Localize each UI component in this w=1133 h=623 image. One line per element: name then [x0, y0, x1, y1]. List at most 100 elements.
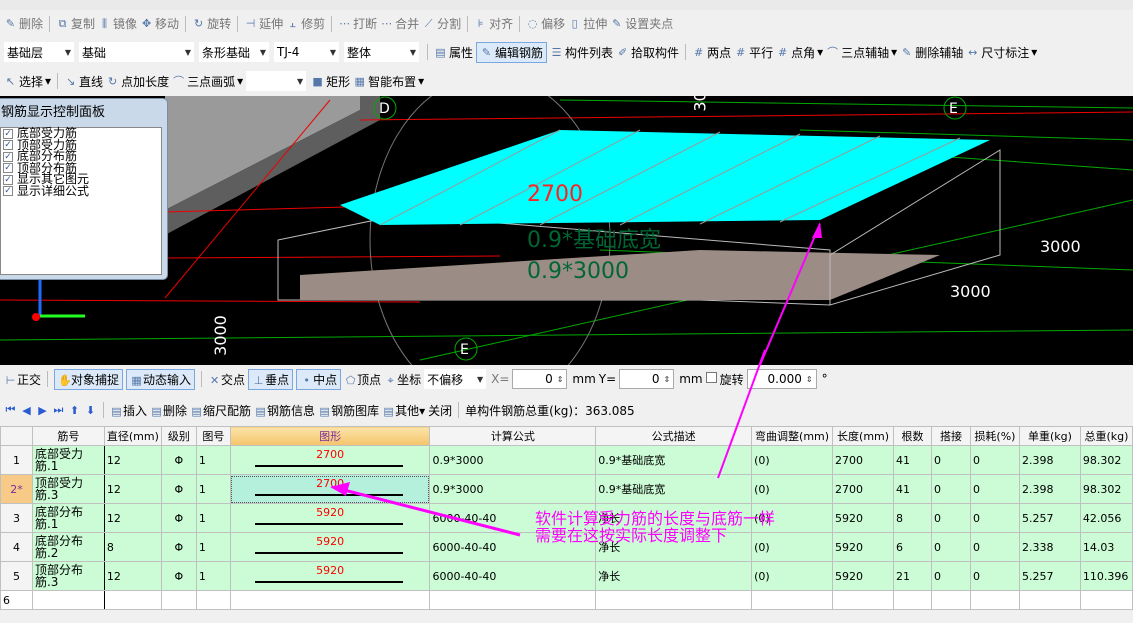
table-cell[interactable]	[195, 590, 231, 610]
column-header[interactable]	[0, 426, 33, 446]
stretch-button[interactable]: ▯ 拉伸	[568, 15, 608, 32]
snap-0-button[interactable]: ⊢ 正交	[4, 371, 41, 388]
rebar-0-button[interactable]: ▤插入	[110, 402, 147, 419]
table-row[interactable]: 5 顶部分布筋.3 12 Φ 1 5920 6000-40-40 净长 (0) 5920 21 0 0 5…	[0, 561, 1133, 591]
table-cell[interactable]: Φ	[160, 561, 197, 591]
table-cell[interactable]: Φ	[160, 445, 197, 475]
checkbox-checked[interactable]: ✓	[3, 163, 13, 174]
column-header[interactable]: 搭接	[931, 426, 971, 446]
offset-button[interactable]: ◌ 偏移	[526, 15, 565, 32]
select-button[interactable]: ↖ 选择 ▾	[4, 73, 51, 90]
column-header[interactable]: 损耗(%)	[969, 426, 1020, 446]
rebar-shape-cell[interactable]: 5920	[229, 503, 431, 533]
three-point-axis-button[interactable]: ⌒ 三点辅轴 ▾	[826, 44, 897, 61]
table-row[interactable]: 2* 顶部受力筋.3 12 Φ 1 2700 0.9*3000 0.9*基础底宽 (0) 2700…	[0, 474, 1133, 504]
column-header[interactable]: 弯曲调整(mm)	[751, 426, 834, 446]
table-cell[interactable]: (0)	[751, 445, 834, 475]
column-header[interactable]: 图形	[229, 426, 431, 446]
table-cell[interactable]: 12	[103, 445, 162, 475]
table-cell[interactable]: 0	[969, 532, 1020, 562]
table-cell[interactable]: 12	[103, 503, 162, 533]
table-cell[interactable]: 12	[103, 474, 162, 504]
3d-viewport[interactable]: D E E 2700 0.9*基础底宽 0.9*3000 3000 3000 3…	[0, 96, 1133, 365]
table-cell[interactable]	[229, 590, 431, 610]
snap-7-button[interactable]: ⌖ 坐标	[384, 371, 422, 388]
copy-button[interactable]: ⧉ 复制	[56, 15, 95, 32]
table-cell[interactable]: 0.9*3000	[429, 474, 597, 504]
next-icon[interactable]: ▶	[36, 404, 49, 417]
rebar-1-button[interactable]: ▤删除	[150, 402, 187, 419]
dimension-button[interactable]: ↔ 尺寸标注 ▾	[966, 44, 1037, 61]
table-cell[interactable]: (0)	[751, 474, 834, 504]
x-input[interactable]: 0 ⇕	[512, 369, 568, 389]
row-number[interactable]: 3	[0, 503, 33, 533]
table-cell[interactable]: 5920	[832, 561, 895, 591]
table-cell[interactable]	[103, 590, 162, 610]
checkbox-checked[interactable]: ✓	[3, 174, 13, 185]
up-icon[interactable]: ⬆	[68, 404, 81, 417]
column-header[interactable]: 根数	[893, 426, 932, 446]
rebar-6-button[interactable]: 关闭	[428, 402, 452, 419]
rebar-shape-cell[interactable]: 2700	[229, 474, 431, 504]
table-cell[interactable]: 顶部受力筋.3	[31, 474, 105, 504]
table-cell[interactable]	[931, 590, 971, 610]
table-cell[interactable]: 2.398	[1018, 445, 1081, 475]
snap-3-button[interactable]: ✕ 交点	[208, 371, 245, 388]
table-cell[interactable]: 2.338	[1018, 532, 1081, 562]
column-header[interactable]: 级别	[160, 426, 197, 446]
table-cell[interactable]: 2.398	[1018, 474, 1081, 504]
row-number[interactable]: 4	[0, 532, 33, 562]
table-cell[interactable]: 21	[893, 561, 932, 591]
table-cell[interactable]: 1	[195, 474, 231, 504]
column-header[interactable]: 公式描述	[595, 426, 753, 446]
column-header[interactable]: 长度(mm)	[832, 426, 895, 446]
table-cell[interactable]: 0	[969, 445, 1020, 475]
table-cell[interactable]: 98.302	[1079, 445, 1133, 475]
table-cell[interactable]	[160, 590, 197, 610]
move-button[interactable]: ✥ 移动	[140, 15, 179, 32]
table-cell[interactable]: 底部受力筋.1	[31, 445, 105, 475]
checkbox-checked[interactable]: ✓	[3, 186, 13, 197]
rotate-input[interactable]: 0.000 ⇕	[746, 369, 817, 389]
table-cell[interactable]: 0.9*3000	[429, 445, 597, 475]
table-cell[interactable]	[1079, 590, 1133, 610]
snap-4-button[interactable]: ⊥ 垂点	[248, 368, 294, 390]
snap-6-button[interactable]: ⬠ 顶点	[344, 371, 381, 388]
table-cell[interactable]	[429, 590, 597, 610]
table-cell[interactable]: Φ	[160, 503, 197, 533]
table-cell[interactable]: 0	[969, 503, 1020, 533]
arc-button[interactable]: ⌒ 三点画弧 ▾	[172, 73, 243, 90]
table-cell[interactable]: 5.257	[1018, 503, 1081, 533]
table-cell[interactable]: 0	[931, 532, 971, 562]
table-cell[interactable]: 2700	[832, 474, 895, 504]
table-cell[interactable]: 0	[931, 445, 971, 475]
table-cell[interactable]	[832, 590, 895, 610]
pick-button[interactable]: ✐ 拾取构件	[616, 44, 679, 61]
layer-select-3[interactable]: TJ-4 ▼	[274, 42, 339, 62]
table-cell[interactable]: 5920	[832, 532, 895, 562]
checkbox-checked[interactable]: ✓	[3, 128, 13, 139]
offset-select[interactable]: 不偏移 ▼	[424, 369, 487, 389]
column-header[interactable]: 图号	[195, 426, 231, 446]
snap-5-button[interactable]: • 中点	[296, 368, 342, 390]
table-cell[interactable]: 底部分布筋.2	[31, 532, 105, 562]
checkbox-checked[interactable]: ✓	[3, 151, 13, 162]
snap-1-button[interactable]: ✋对象捕捉	[54, 368, 124, 390]
table-cell[interactable]: 0.9*基础底宽	[595, 474, 753, 504]
rebar-3-button[interactable]: ▤钢筋信息	[254, 402, 315, 419]
table-cell[interactable]	[969, 590, 1020, 610]
table-cell[interactable]: 1	[195, 561, 231, 591]
table-cell[interactable]	[595, 590, 753, 610]
table-cell[interactable]: 8	[893, 503, 932, 533]
panel-item[interactable]: ✓ 显示详细公式	[3, 185, 161, 198]
table-cell[interactable]	[893, 590, 932, 610]
merge-button[interactable]: ⋯ 合并	[380, 15, 419, 32]
table-cell[interactable]: 5.257	[1018, 561, 1081, 591]
table-cell[interactable]: Φ	[160, 532, 197, 562]
extend-button[interactable]: ⊣ 延伸	[244, 15, 283, 32]
table-row[interactable]: 1 底部受力筋.1 12 Φ 1 2700 0.9*3000 0.9*基础底宽 (0) 2700 4…	[0, 445, 1133, 475]
table-cell[interactable]: 0	[931, 474, 971, 504]
column-header[interactable]: 单重(kg)	[1018, 426, 1081, 446]
list-button[interactable]: ☰ 构件列表	[550, 44, 613, 61]
last-icon[interactable]: ⏭	[52, 403, 65, 417]
